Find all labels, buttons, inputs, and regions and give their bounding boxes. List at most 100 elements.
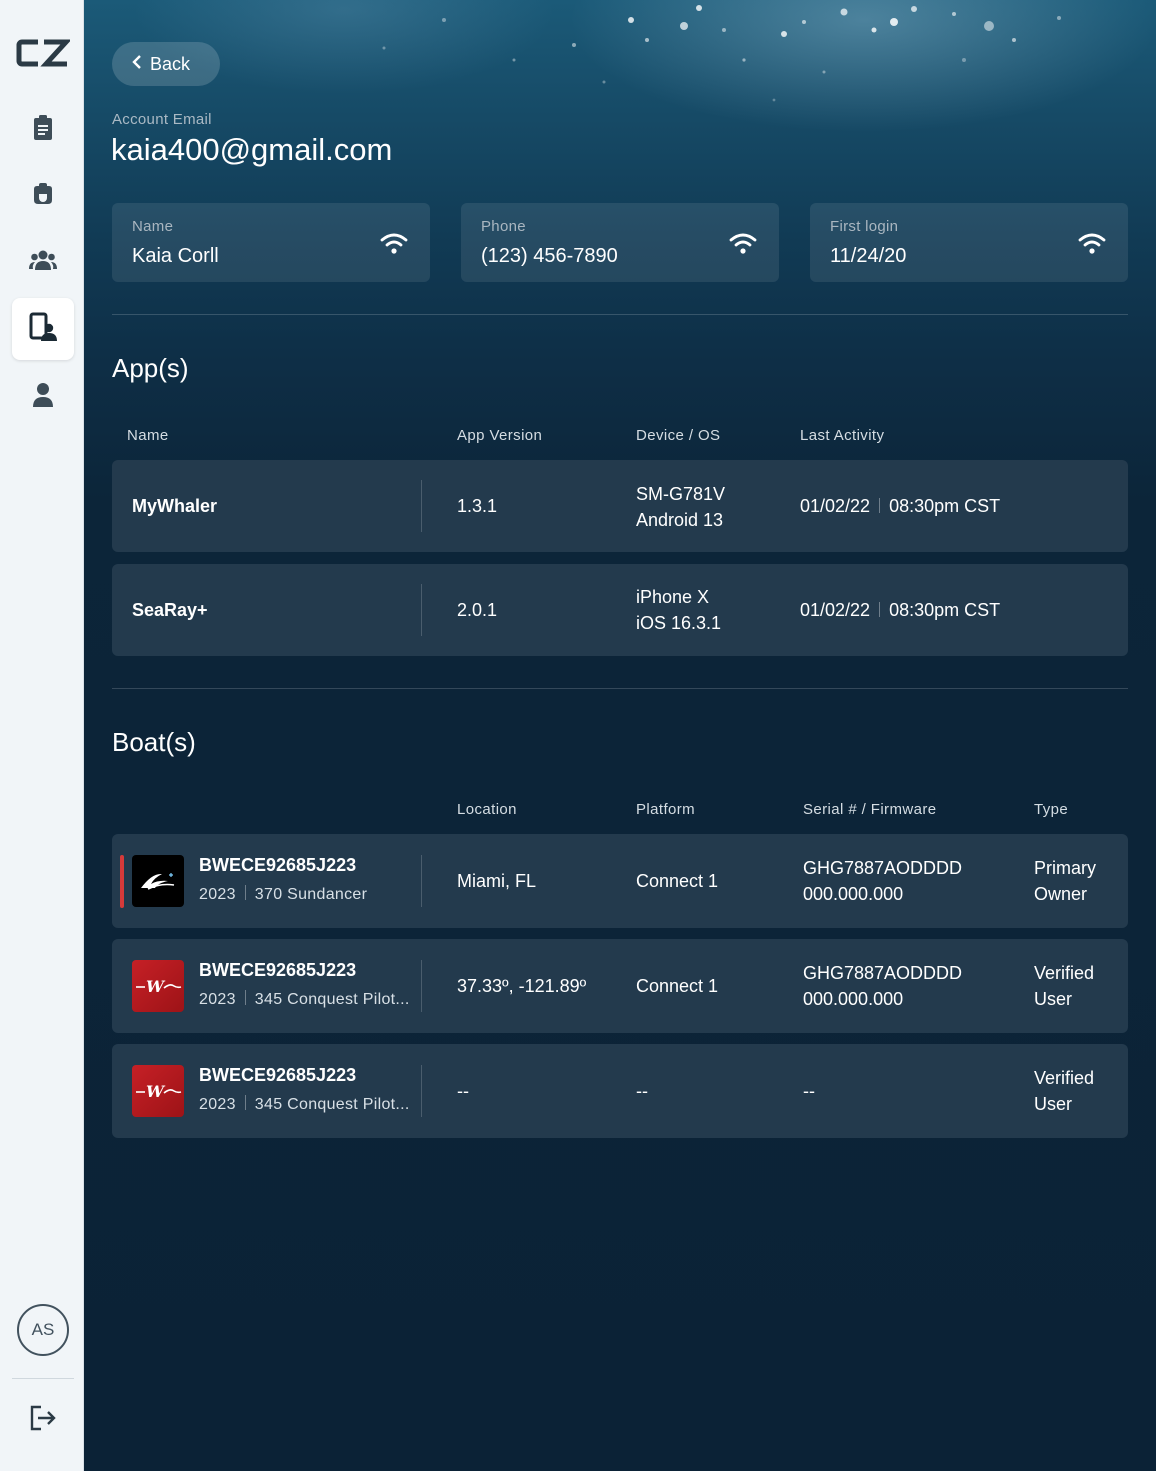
cz-logo[interactable] [16,36,72,70]
app-name: SeaRay+ [132,600,208,620]
row-separator [421,855,422,907]
apps-col-name: Name [127,427,169,444]
row-separator [421,960,422,1012]
section-divider [112,314,1128,315]
app-name: MyWhaler [132,496,218,516]
boat-model: 345 Conquest Pilot... [254,991,410,1008]
app-row[interactable]: SeaRay+ 2.0.1 iPhone X iOS 16.3.1 01/02/… [112,564,1128,656]
activity-date: 01/02/22 [800,600,871,620]
app-version: 2.0.1 [457,600,498,620]
nav-profile[interactable] [12,366,74,428]
row-separator [421,480,422,532]
boat-serial: -- [803,1081,815,1101]
name-label: Name [132,218,174,235]
app-device: SM-G781V [636,484,726,504]
pipe-divider [244,885,246,900]
boat-serial: GHG7887AODDDD [803,963,963,983]
boat-platform: -- [636,1081,648,1101]
boat-location: Miami, FL [457,871,537,891]
users-icon [29,249,57,276]
boat-platform: Connect 1 [636,871,719,891]
first-login-card: First login 11/24/20 [810,203,1128,282]
boat-row[interactable]: W BWECE92685J223 2023 345 Conquest Pilot.… [112,1044,1128,1138]
boat-row[interactable]: W BWECE92685J223 2023 345 Conquest Pilot.… [112,939,1128,1033]
boat-firmware: 000.000.000 [803,884,904,904]
boat-year: 2023 [199,886,236,903]
avatar[interactable]: AS [17,1304,69,1356]
boat-hin: BWECE92685J223 [199,960,357,980]
boats-col-serial: Serial # / Firmware [803,801,937,818]
wifi-icon [729,233,757,254]
primary-indicator [120,855,124,908]
phone-card: Phone (123) 456-7890 [461,203,779,282]
phone-label: Phone [481,218,526,235]
apps-col-device: Device / OS [636,427,721,444]
boat-model: 345 Conquest Pilot... [254,1096,410,1113]
phone-value: (123) 456-7890 [481,245,618,267]
boat-icon [31,182,55,210]
row-separator [421,1065,422,1117]
activity-time: 08:30pm CST [889,600,1001,620]
back-button[interactable]: Back [112,42,220,86]
nav-users[interactable] [12,231,74,293]
boat-type-line1: Primary [1034,858,1096,878]
logout-icon [29,1405,57,1436]
boat-year: 2023 [199,991,236,1008]
boats-col-platform: Platform [636,801,696,818]
boat-year-model: 2023 370 Sundancer [199,885,367,904]
account-email-label: Account Email [112,111,212,128]
apps-col-activity: Last Activity [800,427,885,444]
boat-location: -- [457,1081,469,1101]
row-separator [421,584,422,636]
app-os: Android 13 [636,510,724,530]
whaler-logo: W [132,960,184,1012]
boat-year: 2023 [199,1096,236,1113]
wifi-icon [380,233,408,254]
boat-platform: Connect 1 [636,976,719,996]
logout-button[interactable] [27,1404,59,1436]
app-os: iOS 16.3.1 [636,613,722,633]
name-value: Kaia Corll [132,245,219,267]
device-user-icon [29,312,57,347]
activity-date: 01/02/22 [800,496,871,516]
boat-model: 370 Sundancer [254,886,368,903]
svg-text:W: W [146,1082,166,1101]
back-label: Back [150,53,191,74]
whaler-logo: W [132,1065,184,1117]
boat-serial: GHG7887AODDDD [803,858,963,878]
apps-title: App(s) [112,353,189,383]
activity-time: 08:30pm CST [889,496,1001,516]
boats-col-location: Location [457,801,517,818]
app-row[interactable]: MyWhaler 1.3.1 SM-G781V Android 13 01/02… [112,460,1128,552]
boats-title: Boat(s) [112,727,196,757]
nav-accounts[interactable] [12,298,74,360]
pipe-divider [879,498,881,513]
boats-col-type: Type [1034,801,1069,818]
boat-type-line2: User [1034,1094,1073,1114]
boat-year-model: 2023 345 Conquest Pilot... [199,1095,410,1114]
account-email: kaia400@gmail.com [111,132,393,167]
chevron-left-icon [132,54,142,75]
svg-text:W: W [146,977,166,996]
nav-boats[interactable] [12,165,74,227]
app-version: 1.3.1 [457,496,498,516]
boat-type-line1: Verified [1034,963,1095,983]
first-login-value: 11/24/20 [830,245,907,267]
pipe-divider [879,602,881,617]
wifi-icon [1078,233,1106,254]
boat-type-line1: Verified [1034,1068,1095,1088]
boat-hin: BWECE92685J223 [199,1065,357,1085]
nav-reports[interactable] [12,99,74,161]
boat-year-model: 2023 345 Conquest Pilot... [199,990,410,1009]
boat-type-line2: User [1034,989,1073,1009]
clipboard-icon [32,114,54,146]
section-divider [112,688,1128,689]
pipe-divider [244,990,246,1005]
apps-col-version: App Version [457,427,543,444]
searay-logo [132,855,184,907]
boat-row[interactable]: BWECE92685J223 2023 370 Sundancer Miami, … [112,834,1128,928]
app-last-activity: 01/02/22 08:30pm CST [800,493,1000,519]
sidebar-divider [12,1378,74,1379]
person-icon [32,382,54,413]
name-card: Name Kaia Corll [112,203,430,282]
